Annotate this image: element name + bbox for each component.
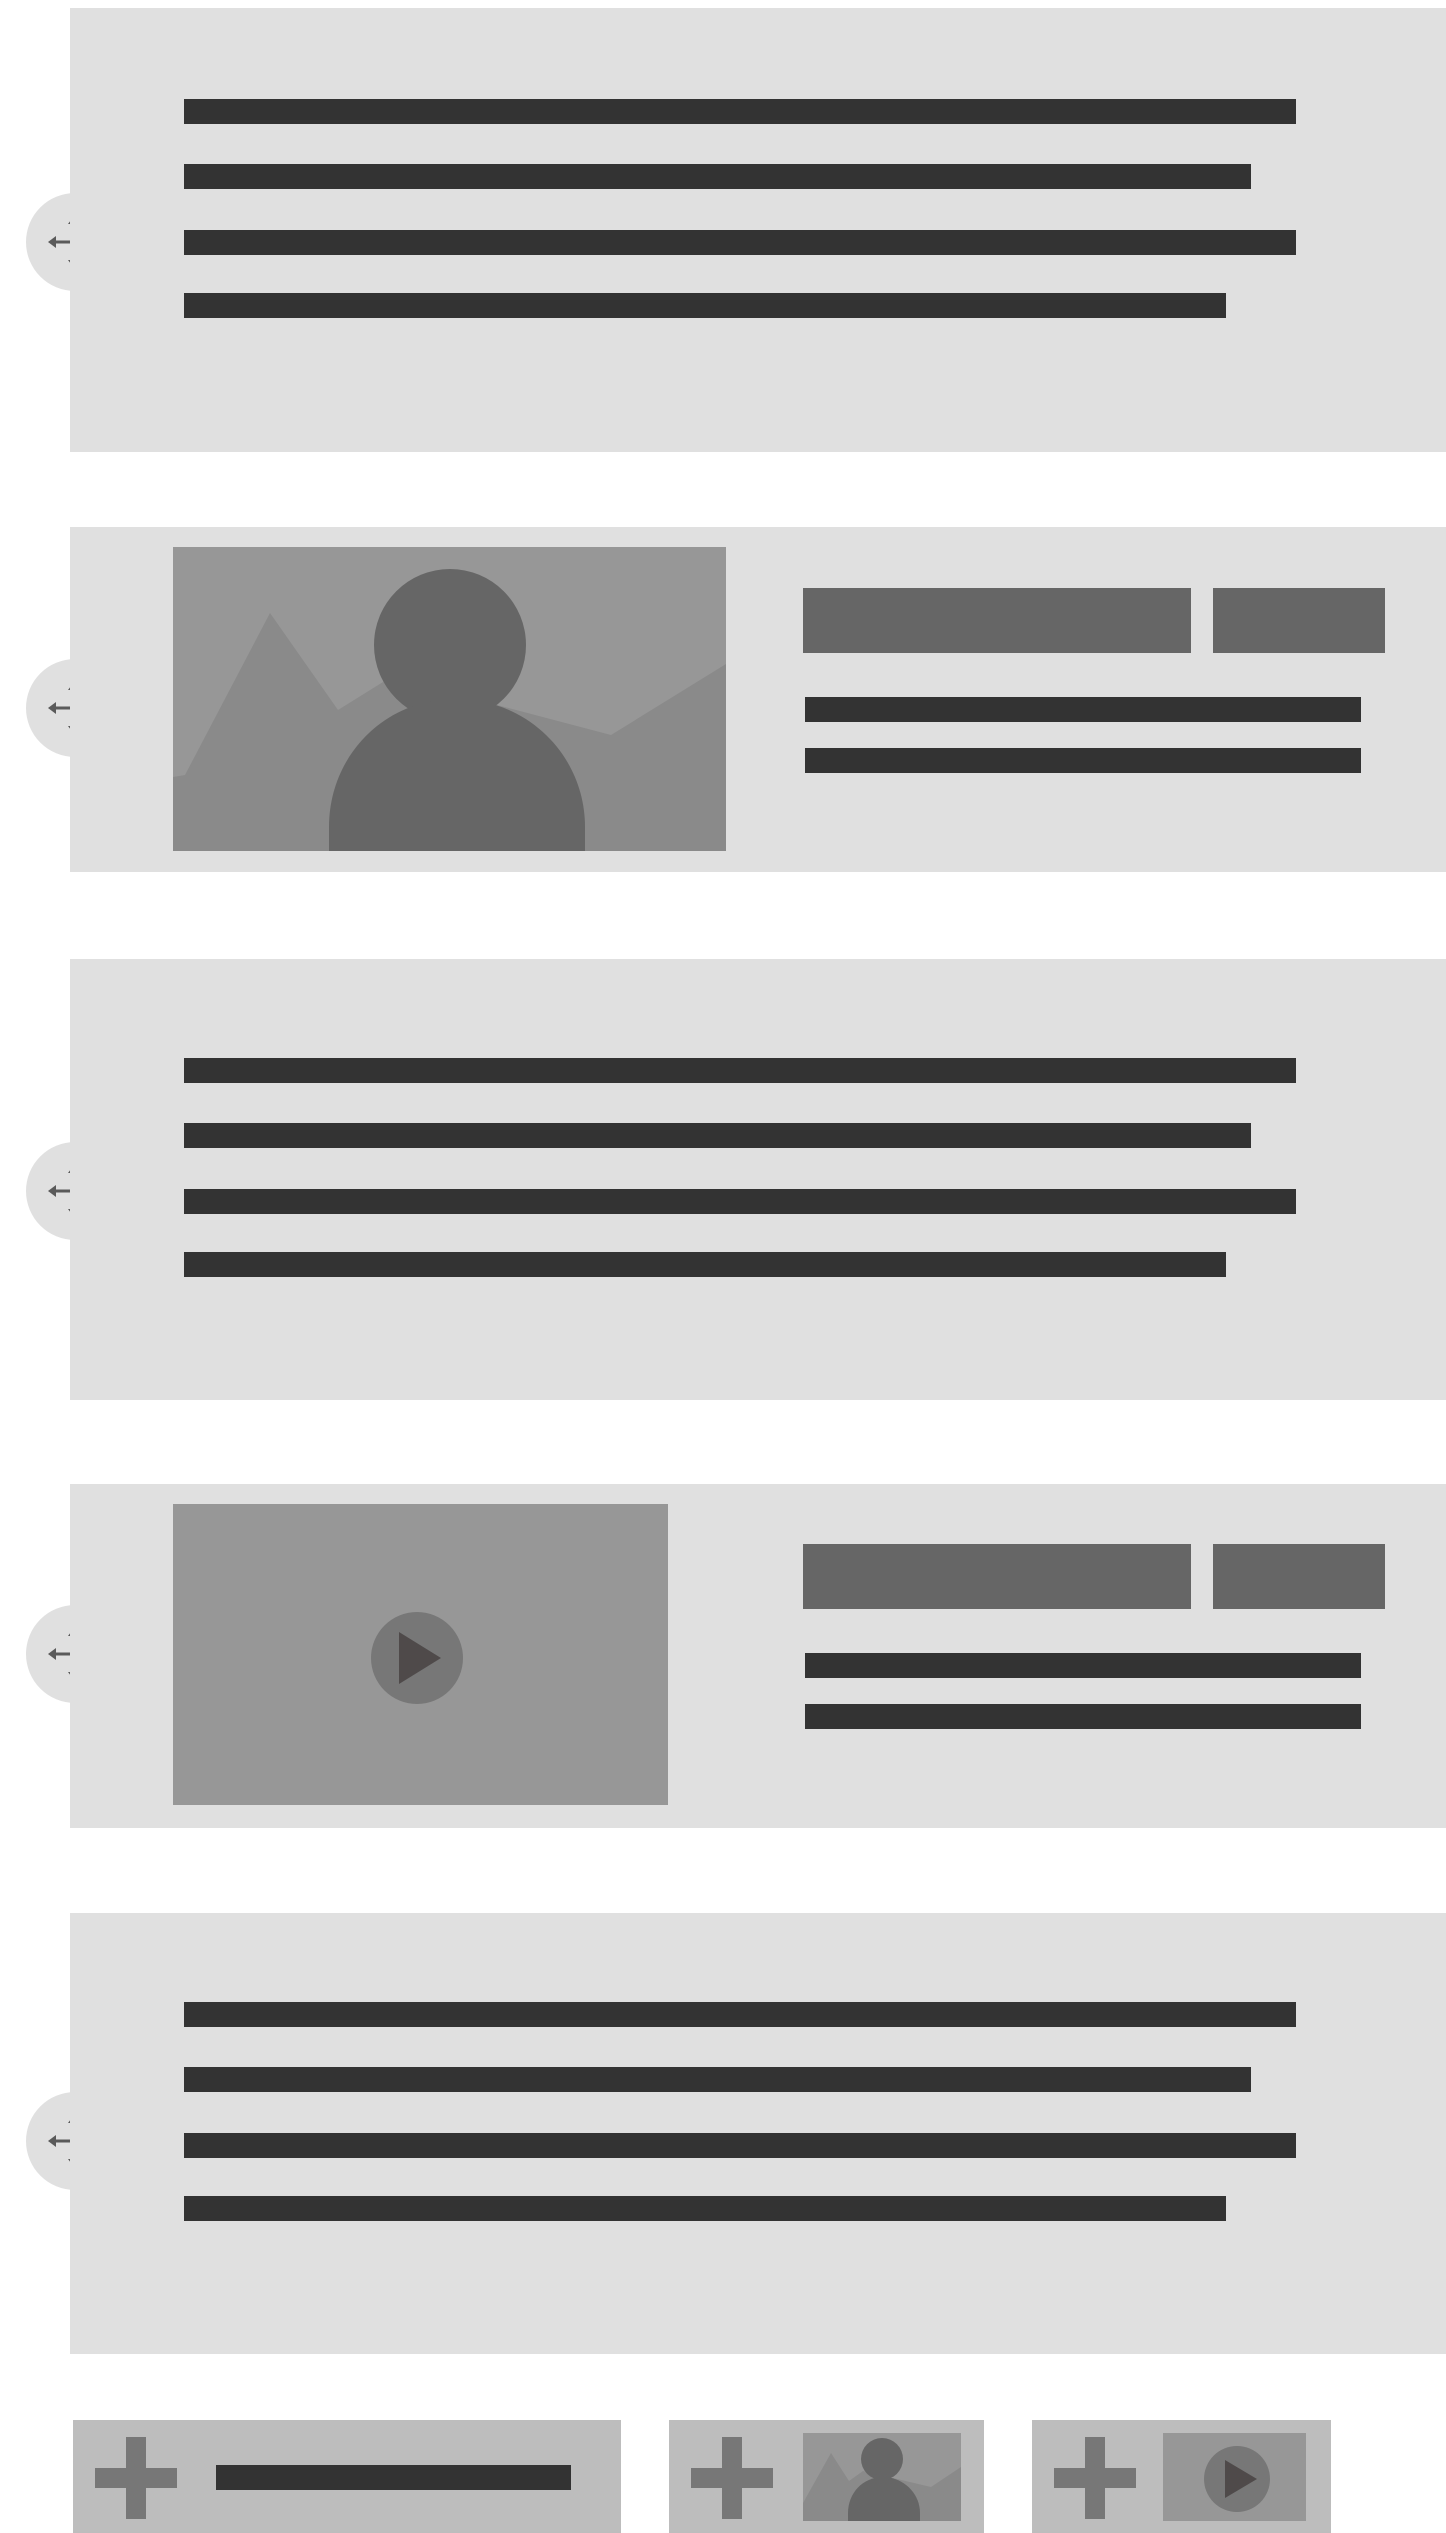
text-block-1[interactable]: [70, 8, 1446, 452]
text-line: [184, 1189, 1296, 1214]
text-line: [184, 2133, 1296, 2158]
text-line: [184, 164, 1251, 189]
video-placeholder: [173, 1504, 668, 1805]
play-icon: [1163, 2433, 1306, 2521]
label-tag: [1213, 588, 1385, 653]
play-icon: [173, 1504, 668, 1805]
title-tag: [803, 588, 1191, 653]
text-block-3[interactable]: [70, 1913, 1446, 2354]
text-line: [184, 2196, 1226, 2221]
person-photo-icon: [173, 547, 726, 851]
text-line: [184, 1058, 1296, 1083]
text-line: [184, 1123, 1251, 1148]
text-line: [805, 1653, 1361, 1678]
text-line: [184, 2002, 1296, 2027]
text-line-icon: [216, 2465, 571, 2490]
image-placeholder: [173, 547, 726, 851]
add-image-button[interactable]: [669, 2420, 984, 2533]
person-photo-icon: [803, 2433, 961, 2521]
text-line: [805, 1704, 1361, 1729]
image-block[interactable]: [70, 527, 1446, 872]
text-block-2[interactable]: [70, 959, 1446, 1400]
text-line: [184, 2067, 1251, 2092]
add-video-button[interactable]: [1032, 2420, 1331, 2533]
plus-icon: [1054, 2437, 1136, 2519]
add-text-button[interactable]: [73, 2420, 621, 2533]
video-block[interactable]: [70, 1484, 1446, 1828]
label-tag: [1213, 1544, 1385, 1609]
text-line: [805, 697, 1361, 722]
text-line: [184, 99, 1296, 124]
text-line: [805, 748, 1361, 773]
title-tag: [803, 1544, 1191, 1609]
text-line: [184, 293, 1226, 318]
plus-icon: [95, 2437, 177, 2519]
text-line: [184, 1252, 1226, 1277]
plus-icon: [691, 2437, 773, 2519]
text-line: [184, 230, 1296, 255]
